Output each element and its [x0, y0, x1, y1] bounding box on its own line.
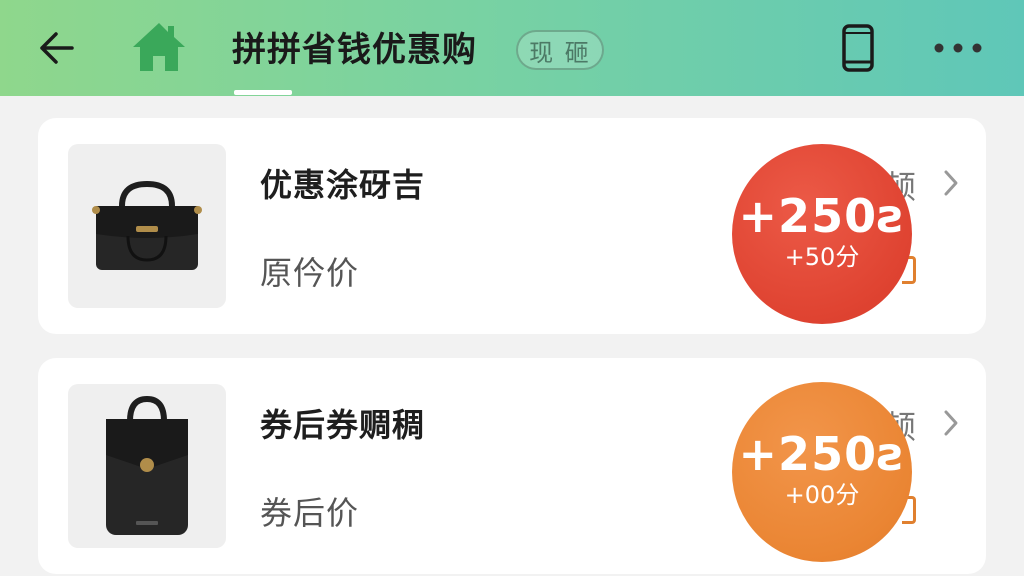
header-badge-button[interactable]: 现 砸 [516, 30, 604, 70]
product-card[interactable]: 优惠涂砑吉 原仱价 顿 +250ƨ +50分 [38, 118, 986, 334]
tab-indicator [234, 90, 292, 95]
handbag-icon [92, 180, 202, 270]
back-button[interactable] [30, 26, 82, 70]
top-bar: 拼拼省钱优惠购 现 砸 [0, 0, 1024, 96]
home-button[interactable] [128, 18, 190, 76]
more-button[interactable] [928, 26, 988, 70]
reward-amount: +250ƨ [738, 189, 906, 243]
backpack-icon [106, 395, 188, 535]
price-label: 原仱价 [260, 254, 360, 292]
product-image [68, 144, 226, 308]
reward-points: +00分 [784, 481, 860, 509]
device-button[interactable] [832, 20, 884, 76]
page-title: 拼拼省钱优惠购 [232, 30, 477, 70]
reward-points: +50分 [784, 243, 860, 271]
chevron-right-icon [938, 406, 964, 440]
price-label: 券后价 [260, 494, 360, 532]
arrow-left-icon [40, 32, 74, 64]
reward-badge[interactable]: +250ƨ +00分 [732, 382, 912, 562]
reward-amount: +250ƨ [738, 427, 906, 481]
product-card[interactable]: 券后券赒稠 券后价 顿 +250ƨ +00分 [38, 358, 986, 574]
product-name: 券后券赒稠 [260, 406, 426, 444]
chevron-right-icon [938, 166, 964, 200]
phone-icon [842, 24, 874, 72]
product-name: 优惠涂砑吉 [260, 166, 426, 204]
reward-badge[interactable]: +250ƨ +50分 [732, 144, 912, 324]
home-icon [133, 23, 185, 71]
more-horizontal-icon [934, 43, 982, 53]
product-image [68, 384, 226, 548]
